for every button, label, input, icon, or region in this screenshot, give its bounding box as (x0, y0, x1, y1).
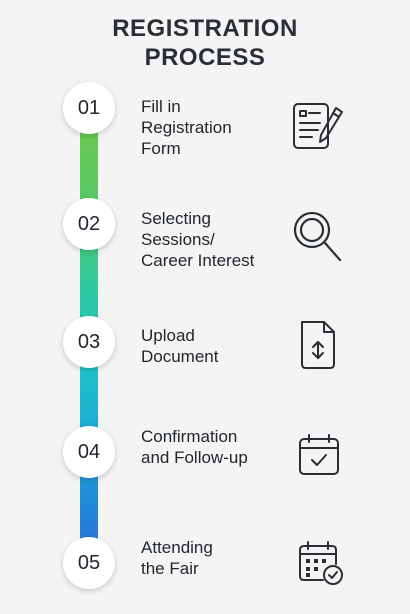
step-number: 01 (77, 96, 101, 119)
calendar-check-icon (297, 433, 341, 477)
step-label-5: Attending the Fair (141, 537, 291, 579)
step-label-line: Form (141, 139, 181, 158)
magnifier-icon (292, 210, 344, 264)
step-label-1: Fill in Registration Form (141, 96, 291, 159)
step-label-2: Selecting Sessions/ Career Interest (141, 208, 291, 271)
title-line-1: REGISTRATION (112, 15, 298, 42)
step-number: 04 (77, 440, 101, 463)
step-label-line: Upload (141, 326, 195, 345)
step-number-circle-5: 05 (63, 537, 115, 589)
step-label-line: and Follow-up (141, 448, 248, 467)
step-label-line: Attending (141, 538, 213, 557)
step-label-line: Sessions/ (141, 230, 215, 249)
step-number-circle-3: 03 (63, 316, 115, 368)
title-line-2: PROCESS (144, 44, 266, 71)
step-number-circle-4: 04 (63, 426, 115, 478)
step-label-line: Career Interest (141, 251, 255, 270)
step-number: 05 (77, 551, 101, 574)
step-label-line: Fill in (141, 97, 181, 116)
step-label-line: Document (141, 347, 219, 366)
step-label-line: Registration (141, 118, 232, 137)
page-title: REGISTRATION PROCESS (0, 14, 410, 72)
calendar-grid-check-icon (297, 540, 345, 586)
upload-document-icon (298, 320, 338, 370)
step-number: 02 (77, 212, 101, 235)
step-number-circle-2: 02 (63, 198, 115, 250)
step-label-line: the Fair (141, 559, 199, 578)
step-label-line: Confirmation (141, 427, 238, 446)
step-label-4: Confirmation and Follow-up (141, 426, 291, 468)
step-label-line: Selecting (141, 209, 211, 228)
step-label-3: Upload Document (141, 325, 291, 367)
step-number: 03 (77, 330, 101, 353)
step-number-circle-1: 01 (63, 82, 115, 134)
form-pen-icon (292, 102, 346, 152)
